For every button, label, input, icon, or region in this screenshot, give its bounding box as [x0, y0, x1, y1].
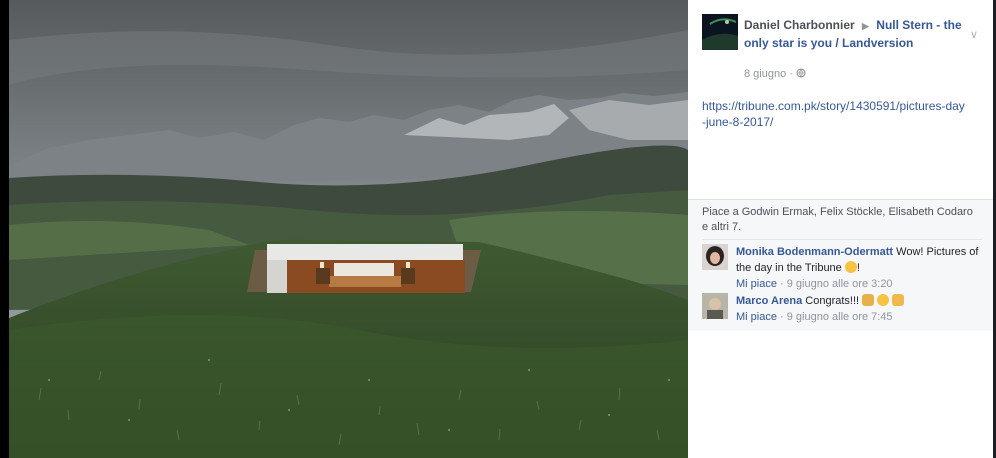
author-avatar[interactable] — [702, 14, 738, 50]
like-comment-button[interactable]: Mi piace — [736, 278, 777, 290]
rock-hand-emoji-icon — [892, 294, 905, 306]
post-photo[interactable] — [9, 0, 688, 458]
post-link[interactable]: https://tribune.com.pk/story/1430591/pic… — [702, 98, 967, 130]
avatar-image — [702, 293, 728, 319]
comment-body: Monika Bodenmann-Odermatt Wow! Pictures … — [736, 244, 986, 292]
post-header: Daniel Charbonnier ▶ Null Stern - the on… — [702, 14, 987, 80]
chevron-down-icon[interactable]: ∨ — [970, 28, 978, 41]
author-name[interactable]: Daniel Charbonnier — [744, 18, 855, 32]
commenter-avatar[interactable] — [702, 293, 728, 319]
comment-time[interactable]: · 9 giugno alle ore 3:20 — [777, 278, 893, 290]
heart-eyes-emoji-icon — [844, 261, 857, 273]
commenter-name[interactable]: Monika Bodenmann-Odermatt — [736, 246, 893, 258]
commenter-avatar[interactable] — [702, 244, 728, 270]
post-sidebar: Daniel Charbonnier ▶ Null Stern - the on… — [688, 0, 996, 458]
post-date[interactable]: 8 giugno — [744, 68, 786, 80]
post-title: Daniel Charbonnier ▶ Null Stern - the on… — [744, 17, 969, 52]
divider — [702, 239, 982, 240]
man-emoji-icon — [862, 294, 875, 306]
avatar-image — [702, 244, 728, 270]
avatar-image — [702, 14, 738, 50]
comment-text: Congrats!!! — [805, 295, 860, 307]
globe-icon[interactable] — [796, 68, 806, 80]
comment-actions: Mi piace · 9 giugno alle ore 7:45 — [736, 309, 986, 325]
post-meta: 8 giugno · — [744, 68, 806, 80]
comment-time[interactable]: · 9 giugno alle ore 7:45 — [777, 311, 893, 323]
sunglasses-emoji-icon — [877, 294, 890, 306]
comment-suffix: ! — [856, 262, 860, 274]
commenter-name[interactable]: Marco Arena — [736, 295, 802, 307]
landscape-image — [9, 0, 688, 458]
comment-actions: Mi piace · 9 giugno alle ore 3:20 — [736, 276, 986, 292]
likes-summary[interactable]: Piace a Godwin Ermak, Felix Stöckle, Eli… — [702, 205, 982, 235]
like-comment-button[interactable]: Mi piace — [736, 311, 777, 323]
reactions-section: Piace a Godwin Ermak, Felix Stöckle, Eli… — [688, 199, 993, 331]
meta-separator: · — [786, 68, 796, 80]
comment-body: Marco Arena Congrats!!! Mi piace · 9 giu… — [736, 293, 986, 325]
arrow-right-icon: ▶ — [862, 21, 869, 31]
